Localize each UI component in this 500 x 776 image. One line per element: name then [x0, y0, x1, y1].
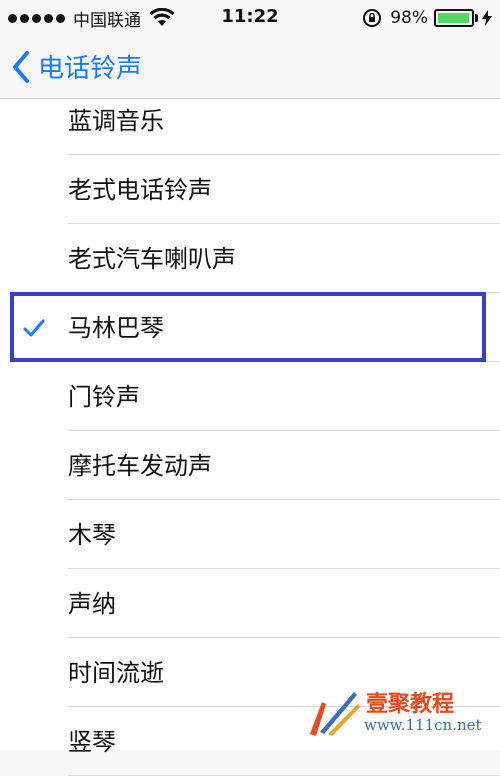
ringtone-row[interactable]: 老式电话铃声	[0, 156, 500, 224]
ringtone-row[interactable]: 蓝调音乐	[0, 87, 500, 155]
ringtone-row[interactable]: 摩托车发动声	[0, 432, 500, 500]
ringtone-label: 声纳	[68, 590, 116, 618]
ringtone-label: 木琴	[68, 521, 116, 549]
status-bar: 中国联通 11:22 98%	[0, 0, 500, 36]
row-separator	[68, 499, 500, 500]
ringtone-label: 马林巴琴	[68, 314, 164, 342]
watermark-logo	[310, 692, 360, 736]
row-separator	[68, 361, 500, 362]
checkmark-icon	[23, 319, 45, 337]
row-separator	[68, 568, 500, 569]
ringtone-label: 蓝调音乐	[68, 107, 164, 135]
ringtone-row[interactable]: 马林巴琴	[0, 294, 500, 362]
ringtone-list: 蓝调音乐老式电话铃声 老式汽车喇叭声 马林巴琴门铃声摩托车发动声 木琴声纳时间流逝竖琴	[0, 99, 500, 776]
back-button[interactable]: 电话铃声	[10, 48, 142, 85]
row-separator	[68, 637, 500, 638]
row-separator	[68, 223, 500, 224]
ringtone-row[interactable]: 木琴	[0, 501, 500, 569]
battery-icon	[434, 9, 474, 27]
ringtone-label: 时间流逝	[68, 659, 164, 687]
back-button-label: 电话铃声	[38, 54, 143, 84]
ringtone-label: 门铃声	[68, 383, 140, 411]
charging-bolt-icon	[482, 10, 492, 26]
battery-fill	[438, 13, 470, 23]
watermark: 壹聚教程 www.111cn.net	[302, 682, 492, 742]
ringtone-label: 竖琴	[68, 728, 116, 756]
ringtone-row[interactable]: 老式汽车喇叭声	[0, 225, 500, 293]
row-separator	[68, 430, 500, 431]
battery-percent: 98%	[390, 8, 428, 28]
status-right: 98%	[362, 6, 492, 30]
ringtone-row[interactable]: 声纳	[0, 570, 500, 638]
ringtone-label: 老式电话铃声	[68, 176, 212, 204]
orientation-lock-icon	[363, 9, 382, 27]
chevron-left-icon	[13, 50, 29, 83]
row-separator	[68, 154, 500, 155]
battery-cap	[475, 14, 478, 22]
watermark-brand: 壹聚教程	[366, 692, 455, 717]
row-separator	[68, 292, 500, 293]
ringtone-row[interactable]: 门铃声	[0, 363, 500, 431]
ringtone-label: 老式汽车喇叭声	[68, 245, 236, 273]
watermark-url: www.111cn.net	[364, 716, 482, 734]
ringtone-label: 摩托车发动声	[68, 452, 212, 480]
